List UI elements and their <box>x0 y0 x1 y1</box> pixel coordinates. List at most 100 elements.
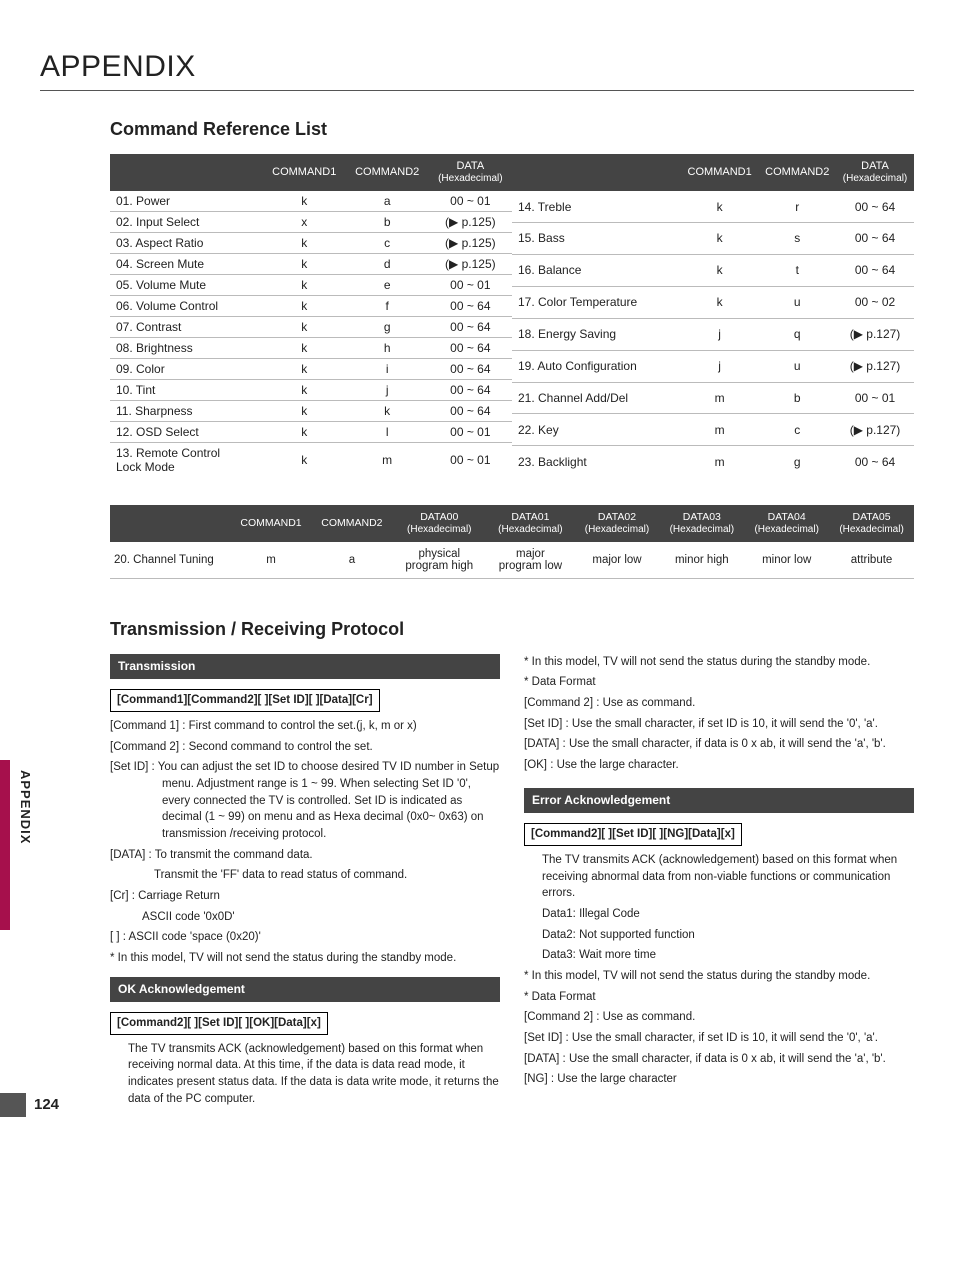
tx-line-data: [DATA] : To transmit the command data. <box>110 847 500 864</box>
cell-name: 12. OSD Select <box>110 422 263 443</box>
cell-c2: r <box>758 191 836 222</box>
cell-data: 00 ~ 64 <box>836 222 914 254</box>
cell-name: 09. Color <box>110 359 263 380</box>
cell-c1: k <box>263 254 346 275</box>
cell-c2: b <box>346 212 429 233</box>
cell-data: (▶ p.125) <box>429 233 512 254</box>
cell-c2: i <box>346 359 429 380</box>
cell-name: 20. Channel Tuning <box>110 542 231 579</box>
th-command2: COMMAND2 <box>346 154 429 191</box>
cell-name: 02. Input Select <box>110 212 263 233</box>
cell-c2: u <box>758 286 836 318</box>
cell-data: (▶ p.125) <box>429 254 512 275</box>
table-row: 06. Volume Controlkf00 ~ 64 <box>110 296 512 317</box>
cell-c2: t <box>758 254 836 286</box>
th-command1: COMMAND1 <box>231 505 312 542</box>
cell-c1: m <box>681 414 759 446</box>
r-line-setid: [Set ID] : Use the small character, if s… <box>524 716 914 733</box>
cell-c1: k <box>263 275 346 296</box>
err-note1: * In this model, TV will not send the st… <box>524 968 914 985</box>
tx-line-setid: [Set ID] : You can adjust the set ID to … <box>110 759 500 842</box>
cell-data: 00 ~ 64 <box>429 338 512 359</box>
ok-ack-format: [Command2][ ][Set ID][ ][OK][Data][x] <box>110 1012 328 1035</box>
cell-name: 03. Aspect Ratio <box>110 233 263 254</box>
cell-name: 19. Auto Configuration <box>512 350 681 382</box>
cell-d2: major low <box>575 542 660 579</box>
cell-c2: g <box>346 317 429 338</box>
table-row: 15. Bassks00 ~ 64 <box>512 222 914 254</box>
cell-c1: m <box>681 382 759 414</box>
th-command1: COMMAND1 <box>263 154 346 191</box>
r-note2: * Data Format <box>524 674 914 691</box>
table-row: 03. Aspect Ratiokc(▶ p.125) <box>110 233 512 254</box>
table-row: 19. Auto Configurationju(▶ p.127) <box>512 350 914 382</box>
command-tables: COMMAND1 COMMAND2 DATA(Hexadecimal) 01. … <box>110 154 914 477</box>
cell-name: 18. Energy Saving <box>512 318 681 350</box>
cell-c1: k <box>681 191 759 222</box>
cell-name: 13. Remote Control Lock Mode <box>110 443 263 478</box>
cell-c1: x <box>263 212 346 233</box>
channel-tuning-table: COMMAND1 COMMAND2 DATA00(Hexadecimal) DA… <box>110 505 914 579</box>
table-row: 05. Volume Muteke00 ~ 01 <box>110 275 512 296</box>
cell-name: 16. Balance <box>512 254 681 286</box>
cell-c1: k <box>681 222 759 254</box>
cell-data: 00 ~ 01 <box>429 275 512 296</box>
th-data02: DATA02(Hexadecimal) <box>575 505 660 542</box>
cell-c1: k <box>263 359 346 380</box>
table-row: 16. Balancekt00 ~ 64 <box>512 254 914 286</box>
err-line-setid: [Set ID] : Use the small character, if s… <box>524 1030 914 1047</box>
cell-data: (▶ p.127) <box>836 350 914 382</box>
cell-data: 00 ~ 64 <box>429 317 512 338</box>
tx-line-data-sub: Transmit the 'FF' data to read status of… <box>110 867 500 884</box>
cell-c1: k <box>263 191 346 212</box>
section-protocol: Transmission / Receiving Protocol <box>110 619 914 640</box>
th-data01: DATA01(Hexadecimal) <box>486 505 574 542</box>
th-command2: COMMAND2 <box>311 505 392 542</box>
err-line-data: [DATA] : Use the small character, if dat… <box>524 1051 914 1068</box>
cell-data: 00 ~ 01 <box>429 443 512 478</box>
err-line-cmd2: [Command 2] : Use as command. <box>524 1009 914 1026</box>
cell-c2: j <box>346 380 429 401</box>
table-row: 08. Brightnesskh00 ~ 64 <box>110 338 512 359</box>
th-command1: COMMAND1 <box>681 154 759 191</box>
cell-c2: a <box>346 191 429 212</box>
cell-name: 04. Screen Mute <box>110 254 263 275</box>
cell-data: (▶ p.127) <box>836 414 914 446</box>
cell-data: 00 ~ 01 <box>429 422 512 443</box>
cell-c1: k <box>263 338 346 359</box>
r-line-data: [DATA] : Use the small character, if dat… <box>524 736 914 753</box>
ok-ack-body: The TV transmits ACK (acknowledgement) b… <box>110 1041 500 1108</box>
cell-name: 15. Bass <box>512 222 681 254</box>
r-note1: * In this model, TV will not send the st… <box>524 654 914 671</box>
cell-c1: m <box>231 542 312 579</box>
side-accent-bar <box>0 760 10 930</box>
err-data3: Data3: Wait more time <box>524 947 914 964</box>
transmission-header: Transmission <box>110 654 500 679</box>
cell-name: 14. Treble <box>512 191 681 222</box>
cell-data: 00 ~ 64 <box>429 380 512 401</box>
cell-name: 07. Contrast <box>110 317 263 338</box>
cell-data: 00 ~ 64 <box>836 446 914 477</box>
cell-name: 11. Sharpness <box>110 401 263 422</box>
cell-name: 23. Backlight <box>512 446 681 477</box>
cell-data: (▶ p.127) <box>836 318 914 350</box>
cell-data: 00 ~ 64 <box>429 401 512 422</box>
section-command-ref: Command Reference List <box>110 119 914 140</box>
table-row: 14. Treblekr00 ~ 64 <box>512 191 914 222</box>
err-data1: Data1: Illegal Code <box>524 906 914 923</box>
page-title: APPENDIX <box>40 50 914 84</box>
table-row: 11. Sharpnesskk00 ~ 64 <box>110 401 512 422</box>
cell-c2: u <box>758 350 836 382</box>
th-data: DATA(Hexadecimal) <box>429 154 512 191</box>
cell-c2: k <box>346 401 429 422</box>
r-line-cmd2: [Command 2] : Use as command. <box>524 695 914 712</box>
cell-data: 00 ~ 64 <box>429 359 512 380</box>
err-line-ng: [NG] : Use the large character <box>524 1071 914 1088</box>
cell-c2: g <box>758 446 836 477</box>
cell-c1: k <box>263 317 346 338</box>
cell-c1: k <box>263 443 346 478</box>
protocol-left-col: Transmission [Command1][Command2][ ][Set… <box>110 654 500 1112</box>
table-row: 20. Channel Tuning m a physical program … <box>110 542 914 579</box>
table-row: 10. Tintkj00 ~ 64 <box>110 380 512 401</box>
page-corner-bar <box>0 1093 26 1117</box>
